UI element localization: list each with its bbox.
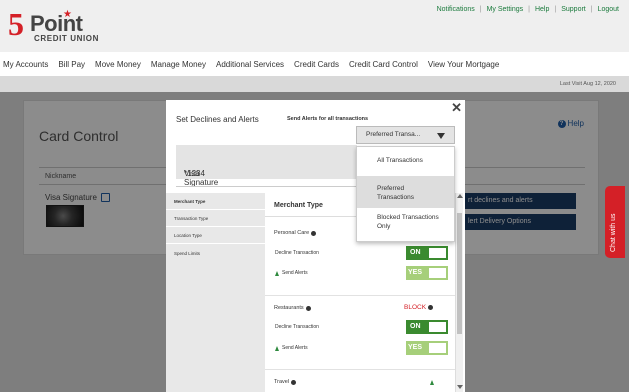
notifications-link[interactable]: Notifications bbox=[437, 6, 475, 13]
category-travel: Travel bbox=[274, 379, 297, 385]
toggle-label: YES bbox=[408, 344, 423, 351]
divider bbox=[265, 295, 455, 296]
toggle-label: ON bbox=[410, 323, 421, 330]
send-alerts-text: Send Alerts bbox=[282, 270, 308, 276]
logo-star-icon: ★ bbox=[63, 9, 72, 20]
category-label: Personal Care bbox=[274, 230, 310, 236]
toggle-knob bbox=[429, 322, 446, 332]
send-alerts-text: Send Alerts bbox=[282, 345, 308, 351]
alert-preference-dropdown: All Transactions Preferred Transactions … bbox=[356, 146, 455, 242]
decline-toggle-personal-care[interactable]: ON bbox=[406, 246, 448, 260]
modal-sidebar: Merchant Type Transaction Type Location … bbox=[166, 193, 265, 392]
info-icon[interactable] bbox=[428, 305, 434, 310]
logo-number: 5 bbox=[8, 6, 24, 42]
bell-icon bbox=[275, 270, 279, 276]
sidebar-item-transaction-type[interactable]: Transaction Type bbox=[174, 216, 208, 221]
content-header-title: Merchant Type bbox=[274, 202, 323, 209]
logo-word: Point bbox=[30, 11, 83, 36]
nav-credit-cards[interactable]: Credit Cards bbox=[294, 60, 339, 69]
decline-transaction-label: Decline Transaction bbox=[275, 250, 319, 256]
alerts-toggle-restaurants[interactable]: YES bbox=[406, 341, 448, 355]
separator: | bbox=[479, 6, 482, 13]
separator: | bbox=[554, 6, 557, 13]
decline-transaction-label: Decline Transaction bbox=[275, 324, 319, 330]
toggle-knob bbox=[429, 248, 446, 258]
bell-icon bbox=[430, 380, 434, 385]
header: 5 Point ★ CREDIT UNION Notifications | M… bbox=[0, 0, 629, 52]
close-icon[interactable]: ✕ bbox=[451, 100, 462, 116]
scrollbar[interactable] bbox=[455, 193, 463, 392]
divider bbox=[166, 243, 265, 244]
logo-subtitle: CREDIT UNION bbox=[34, 34, 99, 43]
card-selector: Visa Signature *1234 bbox=[176, 145, 357, 187]
nav-additional-services[interactable]: Additional Services bbox=[216, 60, 284, 69]
sidebar-item-merchant-type[interactable]: Merchant Type bbox=[174, 199, 205, 204]
logout-link[interactable]: Logout bbox=[598, 6, 619, 13]
toggle-knob bbox=[429, 268, 446, 278]
info-icon[interactable] bbox=[305, 305, 311, 311]
toggle-label: ON bbox=[410, 249, 421, 256]
alert-preference-value: Preferred Transa... bbox=[366, 131, 421, 138]
divider bbox=[166, 209, 265, 210]
info-icon[interactable] bbox=[291, 379, 297, 385]
top-links: Notifications | My Settings | Help | Sup… bbox=[437, 6, 619, 13]
category-label: Travel bbox=[274, 379, 290, 385]
caret-down-icon bbox=[437, 133, 445, 139]
category-restaurants: Restaurants bbox=[274, 305, 311, 311]
block-status: BLOCK bbox=[404, 304, 434, 311]
option-blocked-transactions-only[interactable]: Blocked Transactions Only bbox=[357, 213, 454, 237]
send-alerts-row: Send Alerts bbox=[275, 345, 308, 351]
logo[interactable]: 5 Point ★ CREDIT UNION bbox=[8, 6, 103, 46]
option-label: All Transactions bbox=[377, 157, 423, 164]
nav-credit-card-control[interactable]: Credit Card Control bbox=[349, 60, 418, 69]
bell-icon bbox=[275, 345, 279, 351]
info-icon[interactable] bbox=[311, 230, 317, 236]
chat-label: Chat with us bbox=[610, 213, 617, 252]
last-visit-bar: Last Visit Aug 12, 2020 bbox=[0, 76, 629, 92]
nav-manage-money[interactable]: Manage Money bbox=[151, 60, 206, 69]
my-settings-link[interactable]: My Settings bbox=[487, 6, 524, 13]
scroll-thumb[interactable] bbox=[457, 213, 462, 334]
nav-view-your-mortgage[interactable]: View Your Mortgage bbox=[428, 60, 499, 69]
separator: | bbox=[590, 6, 593, 13]
category-label: Restaurants bbox=[274, 305, 304, 311]
category-personal-care: Personal Care bbox=[274, 230, 317, 236]
toggle-label: YES bbox=[408, 269, 423, 276]
divider bbox=[166, 226, 265, 227]
alert-preference-select[interactable]: Preferred Transa... bbox=[356, 126, 455, 144]
option-preferred-transactions[interactable]: Preferred Transactions bbox=[357, 176, 454, 208]
modal-title: Set Declines and Alerts bbox=[176, 115, 259, 124]
help-link[interactable]: Help bbox=[535, 6, 549, 13]
declines-alerts-modal: Set Declines and Alerts ✕ Send Alerts fo… bbox=[166, 100, 465, 392]
nav-bill-pay[interactable]: Bill Pay bbox=[58, 60, 85, 69]
block-status-text: BLOCK bbox=[404, 304, 427, 311]
main-nav: My Accounts Bill Pay Move Money Manage M… bbox=[0, 52, 629, 76]
scroll-up-icon[interactable] bbox=[457, 194, 463, 198]
nav-move-money[interactable]: Move Money bbox=[95, 60, 141, 69]
nav-my-accounts[interactable]: My Accounts bbox=[3, 60, 48, 69]
sidebar-item-location-type[interactable]: Location Type bbox=[174, 233, 202, 238]
option-all-transactions[interactable]: All Transactions bbox=[357, 157, 454, 171]
support-link[interactable]: Support bbox=[561, 6, 586, 13]
scroll-down-icon[interactable] bbox=[457, 385, 463, 389]
divider bbox=[265, 369, 455, 370]
chat-button[interactable]: Chat with us bbox=[605, 186, 625, 258]
last-visit-text: Last Visit Aug 12, 2020 bbox=[559, 81, 616, 87]
option-label: Blocked Transactions Only bbox=[377, 214, 439, 230]
option-label: Preferred Transactions bbox=[377, 185, 414, 201]
send-alerts-row: Send Alerts bbox=[275, 270, 308, 276]
toggle-knob bbox=[429, 343, 446, 353]
send-alerts-label: Send Alerts for all transactions bbox=[287, 116, 369, 122]
decline-toggle-restaurants[interactable]: ON bbox=[406, 320, 448, 334]
sidebar-item-spend-limits[interactable]: Spend Limits bbox=[174, 251, 200, 256]
separator: | bbox=[528, 6, 530, 13]
alerts-toggle-personal-care[interactable]: YES bbox=[406, 266, 448, 280]
